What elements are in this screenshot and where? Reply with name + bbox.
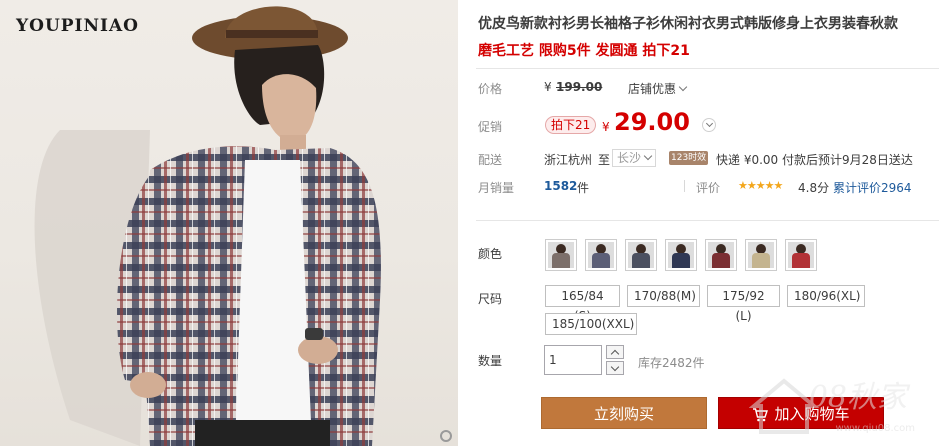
product-subtitle: 磨毛工艺 限购5件 发圆通 拍下21 (478, 43, 690, 59)
promo-badge: 拍下21 (545, 116, 597, 134)
brand-logo: YOUPINIAO (16, 16, 139, 36)
shipping-label: 配送 (478, 153, 503, 167)
size-option-m[interactable]: 170/88(M) (627, 285, 700, 307)
swatch-thumbnail (628, 242, 654, 268)
chevron-down-icon (678, 82, 688, 92)
swatch-thumbnail (708, 242, 734, 268)
store-promo-dropdown[interactable]: 店铺优惠 (628, 80, 688, 97)
city-select[interactable]: 长沙 (612, 149, 657, 167)
swatch-thumbnail (788, 242, 814, 268)
swatch-thumbnail (748, 242, 774, 268)
store-promo-label: 店铺优惠 (628, 82, 677, 96)
swatch-thumbnail (668, 242, 694, 268)
shipping-detail: 快递 ¥0.00 付款后预计9月28日送达 (716, 153, 913, 167)
promo-price-currency: ¥ (602, 120, 610, 134)
swatch-thumbnail (588, 242, 614, 268)
product-title: 优皮鸟新款衬衫男长袖格子衫休闲衬衣男式韩版修身上衣男装春秋款 (478, 16, 898, 32)
original-price-currency: ¥ (544, 80, 552, 94)
original-price: 199.00 (556, 80, 603, 94)
city-select-value: 长沙 (617, 151, 642, 165)
ship-to-word: 至 (598, 153, 611, 167)
color-swatch-7[interactable] (785, 239, 817, 271)
size-option-s[interactable]: 165/84 (S) (545, 285, 620, 323)
watermark-url: www.qiu08.com (835, 423, 915, 434)
watermark-text: 08秋家 (808, 380, 907, 415)
quantity-label: 数量 (478, 354, 503, 368)
promo-label: 促销 (478, 120, 503, 134)
review-count-link[interactable]: 累计评价2964 (833, 179, 912, 196)
site-watermark: 08秋家 www.qiu08.com (749, 372, 929, 442)
model-illustration (34, 6, 381, 446)
zoom-icon[interactable] (440, 430, 452, 442)
size-option-l[interactable]: 175/92 (L) (707, 285, 780, 323)
quantity-decrease-button[interactable] (606, 361, 624, 375)
buy-now-button[interactable]: 立刻购买 (541, 397, 707, 429)
swatch-thumbnail (548, 242, 574, 268)
rating-stars: ★★★★★ (738, 179, 783, 192)
rating-label: 评价 (696, 181, 721, 195)
quantity-increase-button[interactable] (606, 345, 624, 359)
size-option-xxl[interactable]: 185/100(XXL) (545, 313, 637, 335)
ship-from: 浙江杭州 (544, 153, 593, 167)
price-label: 价格 (478, 82, 503, 96)
price-expand-icon[interactable] (702, 118, 716, 132)
buy-now-label: 立刻购买 (593, 405, 654, 423)
color-swatch-1[interactable] (545, 239, 577, 271)
size-option-xl[interactable]: 180/96(XL) (787, 285, 865, 307)
delivery-time-badge: 123时效 (669, 151, 709, 165)
color-swatch-4[interactable] (665, 239, 697, 271)
quantity-input[interactable]: 1 (544, 345, 602, 375)
chevron-down-icon (643, 151, 653, 161)
monthly-sales-count: 1582 (544, 179, 578, 193)
size-label: 尺码 (478, 292, 503, 306)
color-swatch-5[interactable] (705, 239, 737, 271)
promo-price: 29.00 (614, 108, 690, 136)
color-swatch-2[interactable] (585, 239, 617, 271)
stock-count: 库存2482件 (638, 356, 705, 370)
rating-score: 4.8分 (798, 181, 830, 195)
color-swatch-6[interactable] (745, 239, 777, 271)
monthly-sales-label: 月销量 (478, 181, 515, 195)
sales-separator (684, 180, 685, 192)
monthly-sales-unit: 件 (577, 181, 590, 195)
color-label: 颜色 (478, 247, 503, 261)
title-divider (476, 68, 939, 69)
product-photo[interactable]: YOUPINIAO (0, 0, 458, 446)
info-divider (476, 220, 939, 221)
color-swatch-3[interactable] (625, 239, 657, 271)
